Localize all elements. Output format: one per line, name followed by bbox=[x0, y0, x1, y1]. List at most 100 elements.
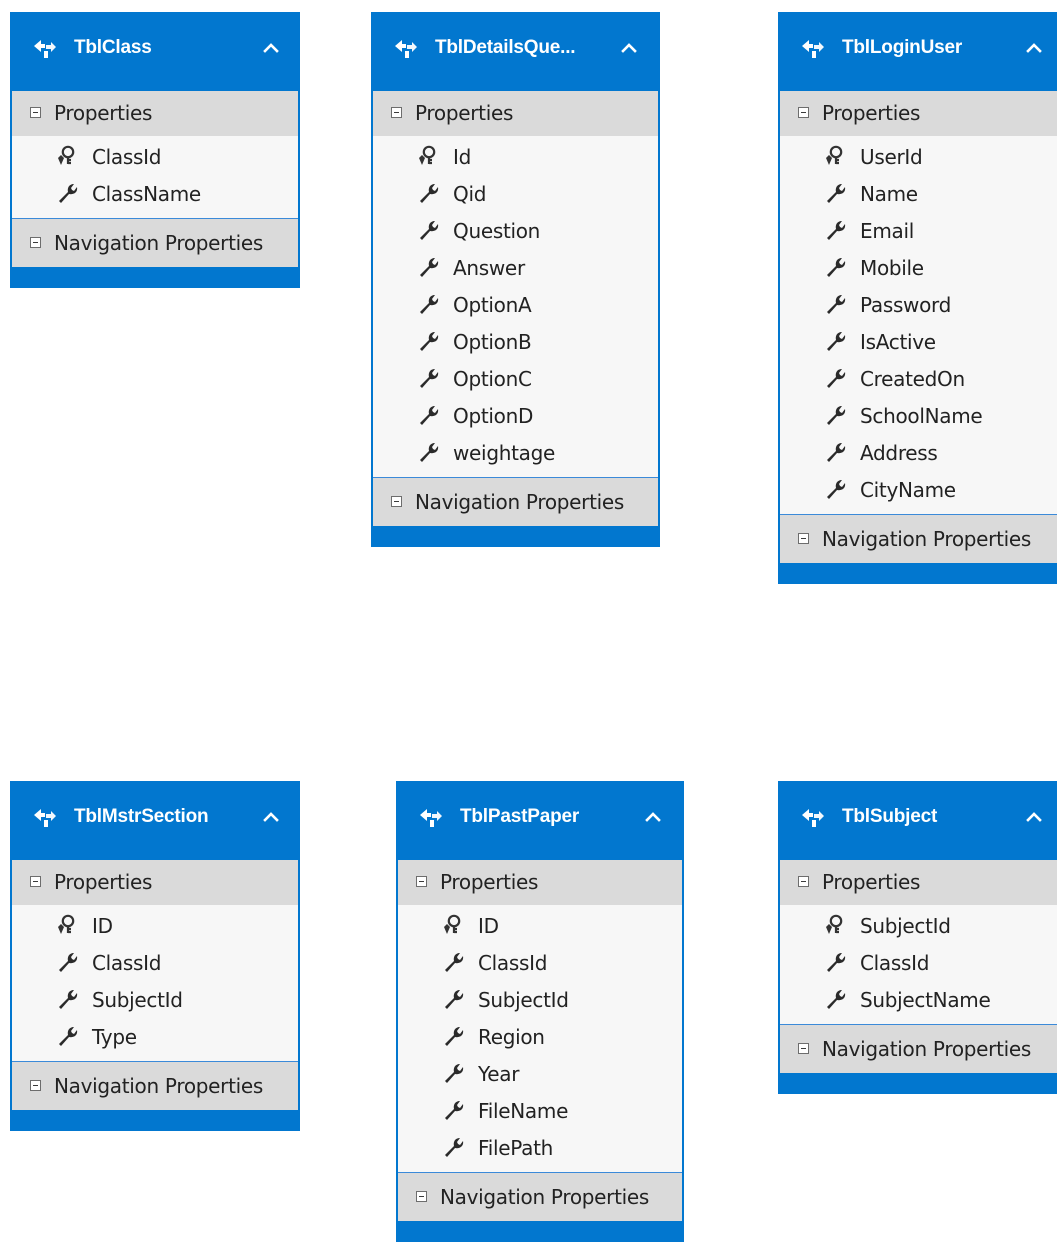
property-row[interactable]: Year bbox=[398, 1055, 682, 1092]
wrench-property-icon bbox=[417, 219, 439, 241]
property-row[interactable]: Qid bbox=[373, 175, 658, 212]
navigation-properties-section-header[interactable]: Navigation Properties bbox=[780, 514, 1057, 563]
property-row[interactable]: OptionD bbox=[373, 397, 658, 434]
entity-tbldetailsque[interactable]: TblDetailsQue... Properties Id Qid Question A… bbox=[371, 12, 660, 547]
entity-tblsubject[interactable]: TblSubject Properties SubjectId ClassId Subj… bbox=[778, 781, 1057, 1094]
property-name: Password bbox=[860, 293, 952, 317]
property-row[interactable]: SubjectId bbox=[12, 981, 298, 1018]
chevron-up-icon[interactable] bbox=[1025, 40, 1043, 56]
chevron-up-icon[interactable] bbox=[1025, 809, 1043, 825]
property-row[interactable]: ClassId bbox=[780, 944, 1057, 981]
property-row[interactable]: CityName bbox=[780, 471, 1057, 508]
key-property-row[interactable]: Id bbox=[373, 138, 658, 175]
property-row[interactable]: SchoolName bbox=[780, 397, 1057, 434]
property-row[interactable]: Name bbox=[780, 175, 1057, 212]
property-row[interactable]: Password bbox=[780, 286, 1057, 323]
property-row[interactable]: ClassName bbox=[12, 175, 298, 212]
property-row[interactable]: SubjectId bbox=[398, 981, 682, 1018]
collapse-toggle-icon[interactable] bbox=[30, 237, 41, 248]
collapse-toggle-icon[interactable] bbox=[30, 1080, 41, 1091]
wrench-property-icon bbox=[824, 330, 846, 352]
properties-section-header[interactable]: Properties bbox=[780, 91, 1057, 136]
property-name: FilePath bbox=[478, 1136, 554, 1160]
chevron-up-icon[interactable] bbox=[644, 809, 662, 825]
wrench-property-icon bbox=[56, 988, 78, 1010]
navigation-properties-label: Navigation Properties bbox=[54, 231, 264, 255]
wrench-property-icon bbox=[824, 404, 846, 426]
properties-section-header[interactable]: Properties bbox=[12, 860, 298, 905]
collapse-toggle-icon[interactable] bbox=[30, 876, 41, 887]
chevron-up-icon[interactable] bbox=[262, 40, 280, 56]
wrench-property-icon bbox=[417, 367, 439, 389]
property-row[interactable]: Address bbox=[780, 434, 1057, 471]
properties-label: Properties bbox=[415, 101, 514, 125]
entity-tblpastpaper[interactable]: TblPastPaper Properties ID ClassId SubjectId… bbox=[396, 781, 684, 1242]
property-name: weightage bbox=[453, 441, 555, 465]
properties-section-header[interactable]: Properties bbox=[780, 860, 1057, 905]
collapse-toggle-icon[interactable] bbox=[391, 107, 402, 118]
entity-title: TblMstrSection bbox=[74, 806, 209, 827]
key-property-row[interactable]: UserId bbox=[780, 138, 1057, 175]
property-row[interactable]: FilePath bbox=[398, 1129, 682, 1166]
entity-tblclass[interactable]: TblClass Properties ClassId ClassName Naviga… bbox=[10, 12, 300, 288]
property-row[interactable]: SubjectName bbox=[780, 981, 1057, 1018]
properties-section-header[interactable]: Properties bbox=[373, 91, 658, 136]
property-row[interactable]: Mobile bbox=[780, 249, 1057, 286]
collapse-toggle-icon[interactable] bbox=[798, 1043, 809, 1054]
collapse-toggle-icon[interactable] bbox=[798, 533, 809, 544]
wrench-property-icon bbox=[56, 182, 78, 204]
key-property-row[interactable]: ID bbox=[398, 907, 682, 944]
entity-header[interactable]: TblSubject bbox=[778, 781, 1057, 860]
entity-header[interactable]: TblClass bbox=[10, 12, 300, 91]
property-row[interactable]: Answer bbox=[373, 249, 658, 286]
property-row[interactable]: OptionC bbox=[373, 360, 658, 397]
collapse-toggle-icon[interactable] bbox=[798, 107, 809, 118]
property-row[interactable]: ClassId bbox=[12, 944, 298, 981]
navigation-properties-section-header[interactable]: Navigation Properties bbox=[12, 1061, 298, 1110]
property-row[interactable]: Region bbox=[398, 1018, 682, 1055]
property-row[interactable]: Email bbox=[780, 212, 1057, 249]
property-row[interactable]: ClassId bbox=[398, 944, 682, 981]
entity-tblloginuser[interactable]: TblLoginUser Properties UserId Name Email Mob… bbox=[778, 12, 1057, 584]
entity-header[interactable]: TblLoginUser bbox=[778, 12, 1057, 91]
chevron-up-icon[interactable] bbox=[262, 809, 280, 825]
entity-title: TblSubject bbox=[842, 806, 938, 827]
property-row[interactable]: IsActive bbox=[780, 323, 1057, 360]
property-name: SchoolName bbox=[860, 404, 983, 428]
properties-section-header[interactable]: Properties bbox=[398, 860, 682, 905]
collapse-toggle-icon[interactable] bbox=[391, 496, 402, 507]
property-row[interactable]: OptionA bbox=[373, 286, 658, 323]
property-name: CityName bbox=[860, 478, 956, 502]
entity-header[interactable]: TblMstrSection bbox=[10, 781, 300, 860]
entity-header[interactable]: TblPastPaper bbox=[396, 781, 684, 860]
property-name: ClassId bbox=[92, 145, 162, 169]
property-row[interactable]: CreatedOn bbox=[780, 360, 1057, 397]
property-row[interactable]: Type bbox=[12, 1018, 298, 1055]
wrench-property-icon bbox=[442, 988, 464, 1010]
property-row[interactable]: weightage bbox=[373, 434, 658, 471]
property-name: SubjectId bbox=[478, 988, 569, 1012]
navigation-properties-section-header[interactable]: Navigation Properties bbox=[780, 1024, 1057, 1073]
properties-section-header[interactable]: Properties bbox=[12, 91, 298, 136]
key-property-row[interactable]: SubjectId bbox=[780, 907, 1057, 944]
navigation-properties-section-header[interactable]: Navigation Properties bbox=[373, 477, 658, 526]
collapse-toggle-icon[interactable] bbox=[416, 1191, 427, 1202]
collapse-toggle-icon[interactable] bbox=[798, 876, 809, 887]
key-property-row[interactable]: ID bbox=[12, 907, 298, 944]
property-row[interactable]: Question bbox=[373, 212, 658, 249]
navigation-properties-section-header[interactable]: Navigation Properties bbox=[398, 1172, 682, 1221]
wrench-property-icon bbox=[417, 330, 439, 352]
wrench-property-icon bbox=[56, 951, 78, 973]
navigation-properties-section-header[interactable]: Navigation Properties bbox=[12, 218, 298, 267]
collapse-toggle-icon[interactable] bbox=[30, 107, 41, 118]
chevron-up-icon[interactable] bbox=[620, 40, 638, 56]
property-row[interactable]: FileName bbox=[398, 1092, 682, 1129]
entity-body: Properties Id Qid Question Answer OptionA Opti… bbox=[373, 91, 658, 526]
collapse-toggle-icon[interactable] bbox=[416, 876, 427, 887]
entity-header[interactable]: TblDetailsQue... bbox=[371, 12, 660, 91]
wrench-property-icon bbox=[417, 293, 439, 315]
key-property-icon bbox=[442, 914, 464, 936]
entity-tblmstrsection[interactable]: TblMstrSection Properties ID ClassId Subject… bbox=[10, 781, 300, 1131]
property-row[interactable]: OptionB bbox=[373, 323, 658, 360]
key-property-row[interactable]: ClassId bbox=[12, 138, 298, 175]
